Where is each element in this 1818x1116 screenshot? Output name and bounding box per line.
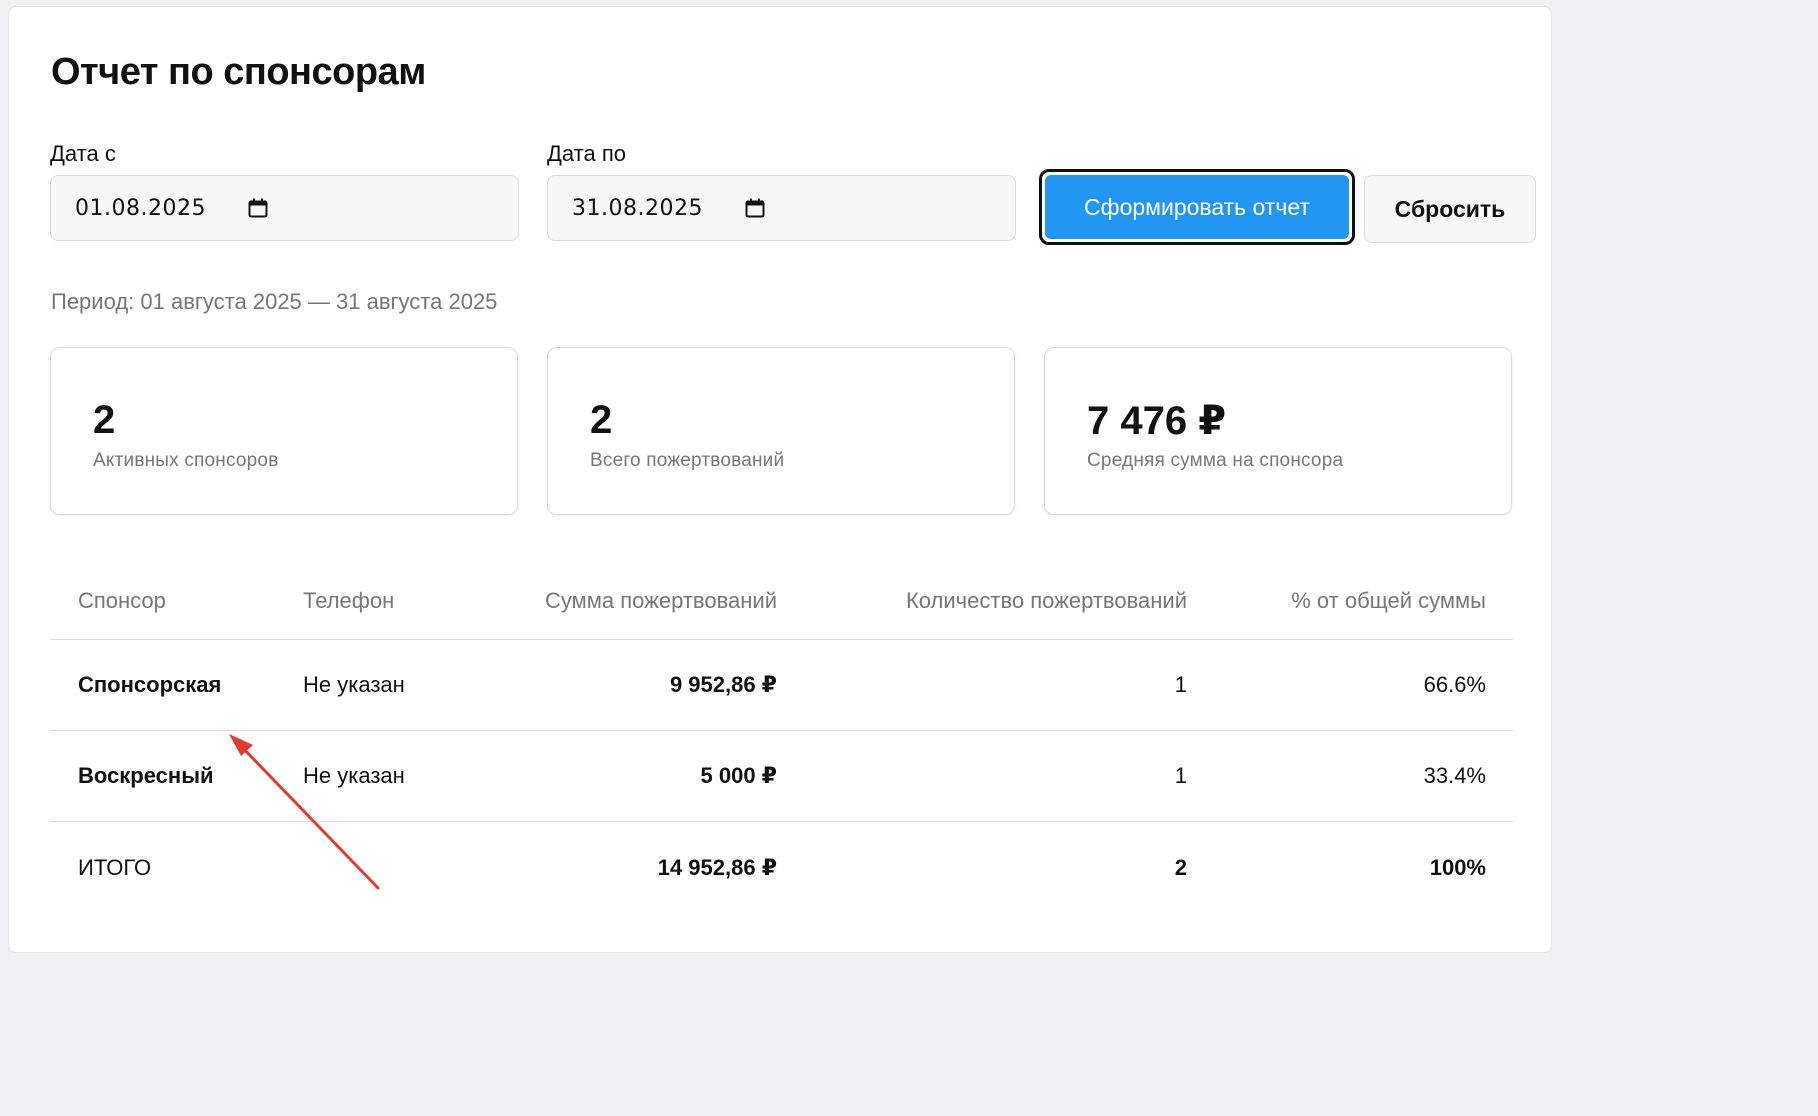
total-label: ИТОГО bbox=[78, 854, 152, 880]
date-to-input[interactable]: 31.08.2025 bbox=[547, 175, 1016, 241]
sponsor-name: Воскресный bbox=[78, 763, 214, 788]
column-header-count[interactable]: Количество пожертвований bbox=[906, 562, 1187, 639]
sponsor-amount: 5 000 ₽ bbox=[700, 763, 777, 788]
date-from-input[interactable]: 01.08.2025 bbox=[50, 175, 519, 241]
stat-value: 7 476 ₽ bbox=[1087, 399, 1227, 443]
sponsor-name: Спонсорская bbox=[78, 672, 222, 697]
date-to-value: 31.08.2025 bbox=[572, 195, 703, 221]
stat-label: Активных спонсоров bbox=[93, 450, 279, 471]
date-from-value: 01.08.2025 bbox=[75, 195, 206, 221]
generate-report-label: Сформировать отчет bbox=[1045, 175, 1349, 239]
stat-card-average-amount: 7 476 ₽ Средняя сумма на спонсора bbox=[1044, 347, 1512, 515]
report-card: Отчет по спонсорам Дата с 01.08.2025 Дат… bbox=[8, 6, 1552, 953]
calendar-icon[interactable] bbox=[248, 198, 268, 218]
stat-card-total-donations: 2 Всего пожертвований bbox=[547, 347, 1015, 515]
stat-label: Всего пожертвований bbox=[590, 450, 785, 471]
total-amount: 14 952,86 ₽ bbox=[657, 854, 777, 880]
calendar-icon[interactable] bbox=[745, 198, 765, 218]
table-header-row: Спонсор Телефон Сумма пожертвований Коли… bbox=[50, 562, 1513, 640]
table-total-row: ИТОГО 14 952,86 ₽ 2 100% bbox=[50, 822, 1513, 913]
stat-card-active-sponsors: 2 Активных спонсоров bbox=[50, 347, 518, 515]
sponsor-amount: 9 952,86 ₽ bbox=[669, 672, 777, 697]
column-header-percent[interactable]: % от общей суммы bbox=[1291, 562, 1486, 639]
sponsor-count: 1 bbox=[1174, 672, 1187, 697]
date-from-label: Дата с bbox=[50, 141, 116, 166]
column-header-sponsor[interactable]: Спонсор bbox=[78, 562, 166, 639]
table-row[interactable]: Спонсорская Не указан 9 952,86 ₽ 1 66.6% bbox=[50, 640, 1513, 731]
table-row[interactable]: Воскресный Не указан 5 000 ₽ 1 33.4% bbox=[50, 731, 1513, 822]
total-percent: 100% bbox=[1429, 854, 1486, 880]
stat-label: Средняя сумма на спонсора bbox=[1087, 450, 1344, 471]
date-to-label: Дата по bbox=[547, 141, 626, 166]
sponsor-phone: Не указан bbox=[303, 672, 405, 697]
total-count: 2 bbox=[1174, 854, 1187, 880]
period-text: Период: 01 августа 2025 — 31 августа 202… bbox=[51, 289, 498, 314]
sponsor-percent: 66.6% bbox=[1423, 672, 1486, 697]
generate-report-button[interactable]: Сформировать отчет bbox=[1039, 169, 1355, 245]
sponsor-phone: Не указан bbox=[303, 763, 405, 788]
column-header-amount[interactable]: Сумма пожертвований bbox=[545, 562, 777, 639]
stat-value: 2 bbox=[590, 398, 613, 442]
sponsors-table: Спонсор Телефон Сумма пожертвований Коли… bbox=[50, 562, 1513, 913]
sponsor-percent: 33.4% bbox=[1423, 763, 1486, 788]
page-title: Отчет по спонсорам bbox=[51, 51, 426, 93]
sponsor-count: 1 bbox=[1174, 763, 1187, 788]
column-header-phone[interactable]: Телефон bbox=[303, 562, 394, 639]
reset-button[interactable]: Сбросить bbox=[1364, 175, 1536, 243]
stat-value: 2 bbox=[93, 398, 116, 442]
